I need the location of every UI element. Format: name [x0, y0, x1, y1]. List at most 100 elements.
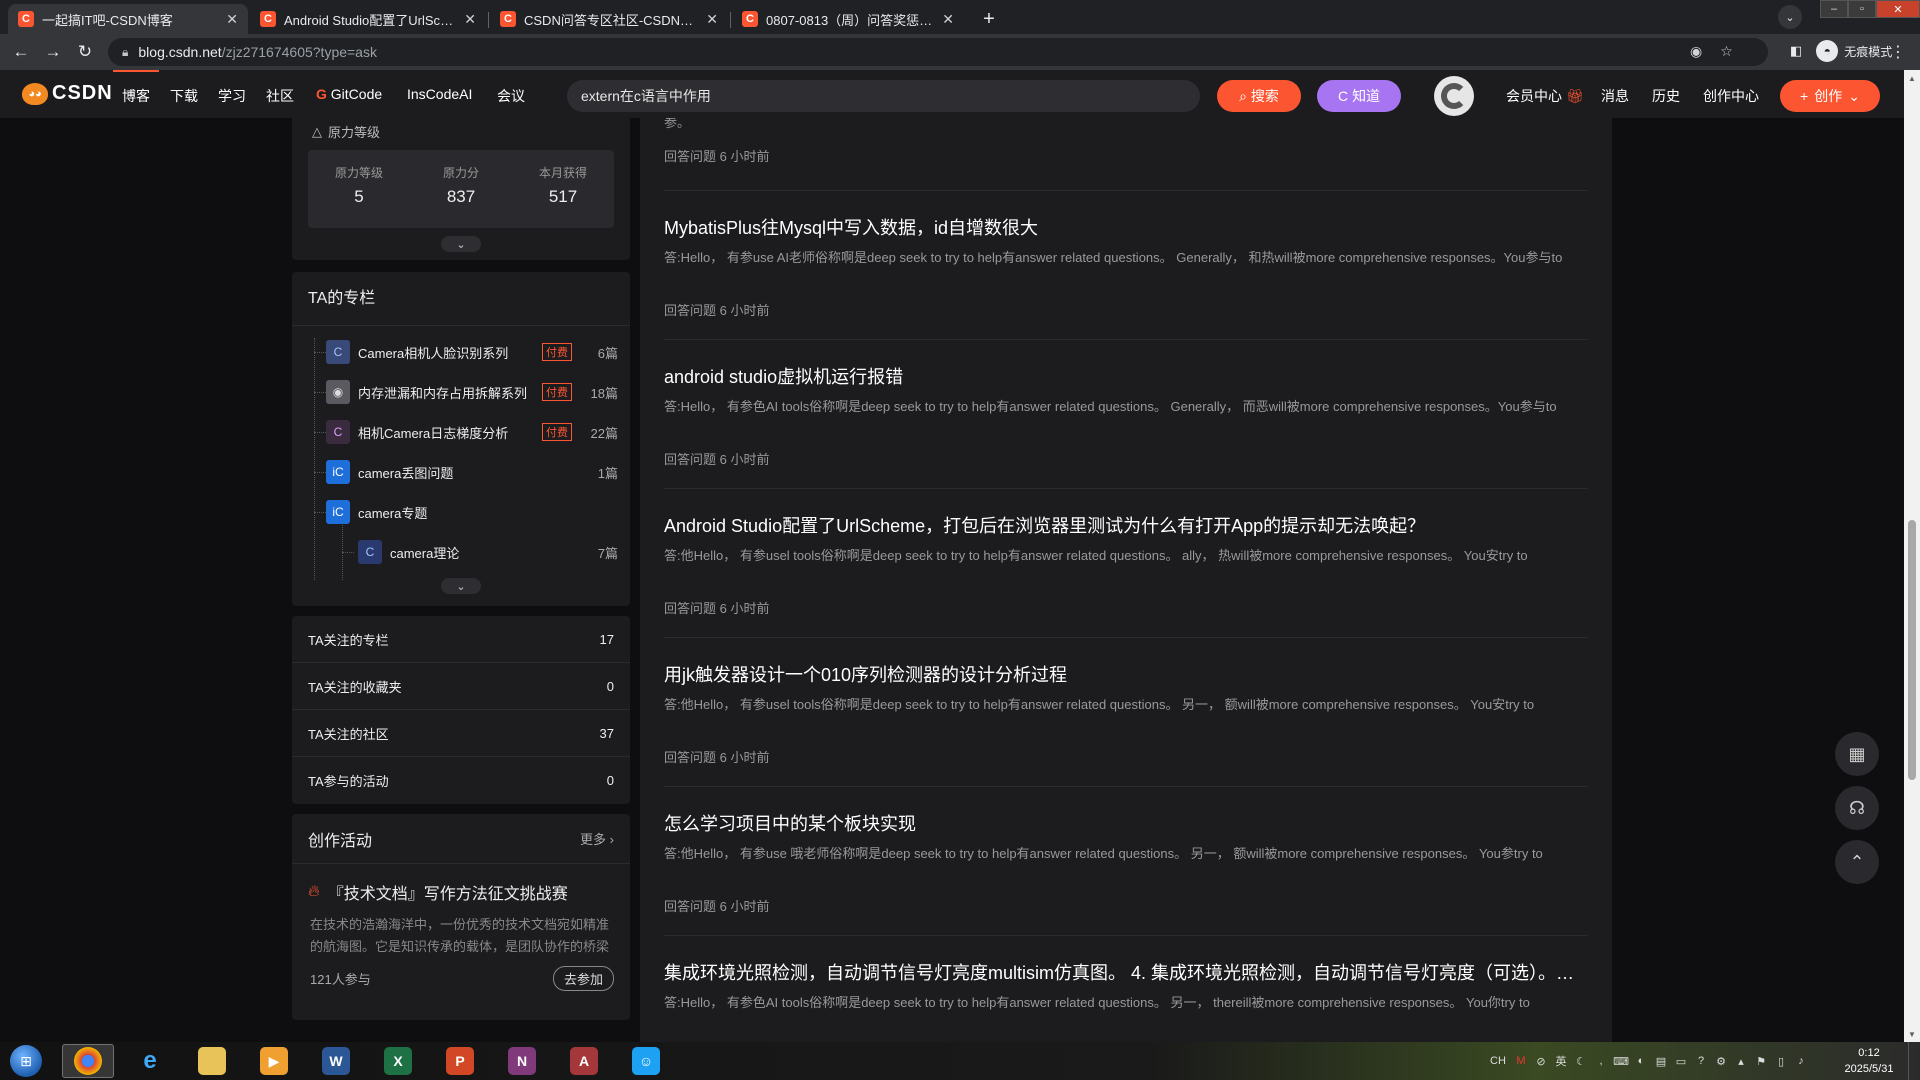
- bookmark-star-icon[interactable]: ☆: [1720, 43, 1733, 60]
- more-label: 更多: [580, 832, 607, 847]
- input-language[interactable]: CH: [1488, 1054, 1508, 1068]
- messages-link[interactable]: 消息: [1601, 86, 1629, 106]
- event-title[interactable]: 🔥︎ 『技术文档』写作方法征文挑战赛: [292, 864, 630, 904]
- more-link[interactable]: 更多 ›: [580, 829, 614, 848]
- tray-moon-icon[interactable]: ☾: [1574, 1054, 1588, 1068]
- taskbar-onenote[interactable]: N: [496, 1044, 548, 1078]
- tray-tools-icon[interactable]: ▤: [1654, 1054, 1668, 1068]
- site-search-input[interactable]: extern在c语言中作用: [567, 80, 1200, 112]
- nav-meeting[interactable]: 会议: [497, 86, 525, 106]
- tray-flag-icon[interactable]: ⚑: [1754, 1054, 1768, 1068]
- column-item[interactable]: iC camera丢图问题 1篇: [326, 458, 618, 486]
- join-event-button[interactable]: 去参加: [552, 966, 614, 991]
- tray-help-icon[interactable]: ?: [1694, 1054, 1708, 1068]
- member-center-link[interactable]: 会员中心 🎁︎: [1506, 86, 1584, 106]
- question-title-link[interactable]: android studio虚拟机运行报错: [664, 363, 1588, 389]
- stat-row[interactable]: TA关注的社区 37: [292, 710, 630, 757]
- taskbar-powerpoint[interactable]: P: [434, 1044, 486, 1078]
- browser-menu-icon[interactable]: ⋮: [1890, 42, 1906, 62]
- tab-close-icon[interactable]: ✕: [464, 11, 476, 28]
- question-title-link[interactable]: 怎么学习项目中的某个板块实现: [664, 810, 1588, 836]
- tab-qa-community[interactable]: C CSDN问答专区社区-CSDN社区云 ✕: [490, 4, 728, 34]
- tab-close-icon[interactable]: ✕: [942, 11, 954, 28]
- tray-m-icon[interactable]: M: [1514, 1054, 1528, 1068]
- back-to-top-icon[interactable]: ⌃: [1835, 840, 1879, 884]
- qr-code-icon[interactable]: ▦: [1835, 732, 1879, 776]
- tab-close-icon[interactable]: ✕: [706, 11, 718, 28]
- question-item: android studio虚拟机运行报错 答:Hello， 有参色AI too…: [664, 363, 1588, 468]
- tray-volume-icon[interactable]: ♪: [1794, 1054, 1808, 1068]
- taskbar-excel[interactable]: X: [372, 1044, 424, 1078]
- question-title-link[interactable]: 集成环境光照检测，自动调节信号灯亮度multisim仿真图。 4. 集成环境光照…: [664, 959, 1588, 985]
- tray-keyboard-icon[interactable]: ⌨: [1613, 1054, 1629, 1068]
- taskbar-chat-app[interactable]: ☺: [620, 1044, 672, 1078]
- forward-icon[interactable]: →: [42, 41, 64, 63]
- column-item[interactable]: C camera理论 7篇: [358, 538, 618, 566]
- column-item[interactable]: ◉ 内存泄漏和内存占用拆解系列 付费 18篇: [326, 378, 618, 406]
- nav-blog[interactable]: 博客: [122, 86, 150, 106]
- taskbar-clock[interactable]: 0:12 2025/5/31: [1834, 1045, 1904, 1077]
- address-bar[interactable]: 🔒︎ blog.csdn.net/zjz271674605?type=ask: [108, 38, 1768, 66]
- taskbar-access[interactable]: A: [558, 1044, 610, 1078]
- tray-skin-icon[interactable]: ◐: [1634, 1054, 1648, 1068]
- create-button[interactable]: + 创作 ⌄: [1780, 80, 1880, 112]
- start-button[interactable]: ⊞: [6, 1044, 46, 1078]
- stat-row[interactable]: TA关注的收藏夹 0: [292, 663, 630, 710]
- tray-expand-arrow-icon[interactable]: ▴: [1734, 1054, 1748, 1068]
- tray-settings-icon[interactable]: ⚙: [1714, 1054, 1728, 1068]
- question-title-link[interactable]: 用jk触发器设计一个010序列检测器的设计分析过程: [664, 661, 1588, 687]
- side-panel-icon[interactable]: ◧: [1790, 43, 1802, 59]
- expand-columns-chevron-icon[interactable]: ⌄: [441, 578, 481, 594]
- taskbar-media-player[interactable]: ▶: [248, 1044, 300, 1078]
- tray-network-icon[interactable]: ▯: [1774, 1054, 1788, 1068]
- tray-ime-icon[interactable]: 英: [1554, 1054, 1568, 1068]
- nav-learn[interactable]: 学习: [218, 86, 246, 106]
- customer-service-headset-icon[interactable]: ☊: [1835, 786, 1879, 830]
- tray-block-icon[interactable]: ⊘: [1534, 1054, 1548, 1068]
- incognito-indicator[interactable]: ◧ ◓ 无痕模式: [1790, 40, 1892, 62]
- tray-doc-icon[interactable]: ▭: [1674, 1054, 1688, 1068]
- new-tab-button[interactable]: +: [976, 6, 1002, 32]
- column-item[interactable]: iC camera专题: [326, 498, 618, 526]
- back-icon[interactable]: ←: [10, 41, 32, 63]
- stat-row[interactable]: TA关注的专栏 17: [292, 616, 630, 663]
- maximize-button[interactable]: ▫: [1848, 0, 1876, 18]
- history-link[interactable]: 历史: [1652, 86, 1680, 106]
- participant-count: 121人参与: [310, 972, 371, 987]
- nav-download[interactable]: 下载: [170, 86, 198, 106]
- answer-snippet: 答:Hello， 有参use AI老师俗称啊是deep seek to try …: [664, 250, 1563, 265]
- csdn-logo[interactable]: ◕◕ CSDN: [22, 82, 113, 105]
- taskbar-ie[interactable]: e: [124, 1044, 176, 1078]
- nav-community[interactable]: 社区: [266, 86, 294, 106]
- tab-search-chevron-icon[interactable]: ⌄: [1778, 5, 1802, 29]
- creator-center-link[interactable]: 创作中心: [1703, 86, 1759, 106]
- taskbar-chrome[interactable]: [62, 1044, 114, 1078]
- tab-reward-list[interactable]: C 0807-0813（周）问答奖惩名单 ✕: [732, 4, 964, 34]
- reload-icon[interactable]: ↻: [74, 41, 96, 63]
- minimize-button[interactable]: –: [1820, 0, 1848, 18]
- zhidao-button[interactable]: C 知道: [1317, 80, 1401, 112]
- scroll-down-arrow-icon[interactable]: ▼: [1906, 1028, 1918, 1040]
- stat-row[interactable]: TA参与的活动 0: [292, 757, 630, 804]
- nav-inscodeai[interactable]: InsCodeAI: [407, 86, 472, 102]
- tab-close-icon[interactable]: ✕: [226, 11, 238, 28]
- taskbar-explorer[interactable]: [186, 1044, 238, 1078]
- expand-level-chevron-icon[interactable]: ⌄: [441, 236, 481, 252]
- nav-gitcode[interactable]: G GitCode: [316, 86, 382, 102]
- column-item[interactable]: C Camera相机人脸识别系列 付费 6篇: [326, 338, 618, 366]
- close-window-button[interactable]: ✕: [1876, 0, 1920, 18]
- search-button[interactable]: ⌕ 搜索: [1217, 80, 1301, 112]
- question-title-link[interactable]: Android Studio配置了UrlScheme，打包后在浏览器里测试为什么…: [664, 512, 1588, 538]
- address-bar-icons: ◉ ☆: [1690, 43, 1733, 60]
- column-item[interactable]: C 相机Camera日志梯度分析 付费 22篇: [326, 418, 618, 446]
- scrollbar-thumb[interactable]: [1908, 520, 1916, 780]
- tracking-eye-off-icon[interactable]: ◉: [1690, 43, 1702, 60]
- tab-android-question[interactable]: C Android Studio配置了UrlScheme ✕: [250, 4, 486, 34]
- show-desktop-button[interactable]: [1908, 1042, 1920, 1080]
- user-avatar[interactable]: [1434, 76, 1474, 116]
- tab-blog[interactable]: C 一起搞IT吧-CSDN博客 ✕: [8, 4, 248, 34]
- taskbar-word[interactable]: W: [310, 1044, 362, 1078]
- scroll-up-arrow-icon[interactable]: ▲: [1906, 72, 1918, 84]
- question-title-link[interactable]: MybatisPlus往Mysql中写入数据，id自增数很大: [664, 214, 1588, 240]
- tray-punct-icon[interactable]: ,: [1594, 1054, 1608, 1068]
